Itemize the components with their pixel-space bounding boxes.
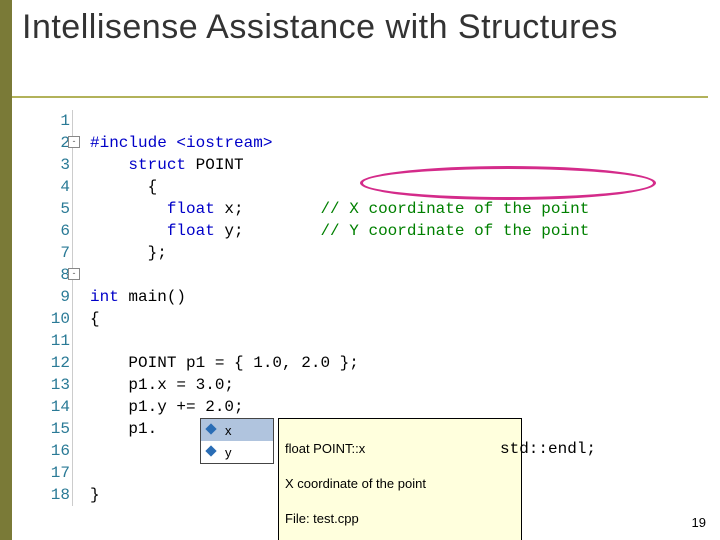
- slide-accent-rule: [12, 96, 708, 98]
- identifier: x;: [215, 200, 244, 218]
- line-number: 17: [42, 462, 70, 484]
- code-line: float y; // Y coordinate of the point: [90, 222, 589, 240]
- line-number: 16: [42, 440, 70, 462]
- line-number: 13: [42, 374, 70, 396]
- code-line: [90, 266, 100, 284]
- intellisense-tooltip: float POINT::x X coordinate of the point…: [278, 418, 522, 540]
- member-variable-icon: [205, 445, 219, 459]
- line-number: 15: [42, 418, 70, 440]
- tooltip-file: File: test.cpp: [285, 510, 515, 528]
- statement: POINT p1 = { 1.0, 2.0 };: [128, 354, 358, 372]
- code-line: int main(): [90, 288, 186, 306]
- code-line: #include <iostream>: [90, 134, 272, 152]
- code-line: {: [90, 310, 100, 328]
- line-number: 5: [42, 198, 70, 220]
- type-token: float: [167, 222, 215, 240]
- intellisense-item-label: y: [225, 445, 232, 460]
- line-number: 18: [42, 484, 70, 506]
- intellisense-item-label: x: [225, 423, 232, 438]
- line-number: 14: [42, 396, 70, 418]
- line-number: 3: [42, 154, 70, 176]
- comment: // Y coordinate of the point: [320, 222, 589, 240]
- tooltip-signature: float POINT::x: [285, 440, 515, 458]
- code-line: p1.: [90, 420, 157, 438]
- intellisense-popup[interactable]: x y: [200, 418, 274, 464]
- preprocessor-token: #include: [90, 134, 176, 152]
- fold-toggle-icon[interactable]: -: [68, 136, 80, 148]
- slide-accent-bar: [0, 0, 12, 540]
- line-number-gutter: 1 2 3 4 5 6 7 8 9 10 11 12 13 14 15 16 1…: [42, 110, 70, 506]
- include-path: <iostream>: [176, 134, 272, 152]
- keyword: struct: [128, 156, 186, 174]
- line-number: 10: [42, 308, 70, 330]
- code-line: }: [90, 486, 100, 504]
- line-number: 9: [42, 286, 70, 308]
- intellisense-item-x[interactable]: x: [201, 419, 273, 441]
- code-line: [90, 332, 100, 350]
- identifier: main(): [119, 288, 186, 306]
- code-line: POINT p1 = { 1.0, 2.0 };: [90, 354, 359, 372]
- comment: // X coordinate of the point: [320, 200, 589, 218]
- statement: p1.: [128, 420, 157, 438]
- line-number: 11: [42, 330, 70, 352]
- code-line: {: [90, 178, 157, 196]
- code-line: p1.y += 2.0;: [90, 398, 244, 416]
- line-number: 4: [42, 176, 70, 198]
- tooltip-description: X coordinate of the point: [285, 475, 515, 493]
- code-line: float x; // X coordinate of the point: [90, 200, 589, 218]
- code-line: [90, 464, 100, 482]
- brace: {: [90, 310, 100, 328]
- page-number: 19: [692, 515, 706, 530]
- line-number: 1: [42, 110, 70, 132]
- code-line: struct POINT: [90, 156, 244, 174]
- fold-column: - -: [72, 110, 87, 506]
- code-line: };: [90, 244, 167, 262]
- identifier: POINT: [186, 156, 244, 174]
- line-number: 6: [42, 220, 70, 242]
- slide-title: Intellisense Assistance with Structures: [22, 6, 618, 49]
- line-number: 8: [42, 264, 70, 286]
- brace: };: [148, 244, 167, 262]
- member-variable-icon: [205, 423, 219, 437]
- obscured-code-fragment: std::endl;: [500, 440, 596, 458]
- statement: p1.x = 3.0;: [128, 376, 234, 394]
- type-token: float: [167, 200, 215, 218]
- statement: p1.y += 2.0;: [128, 398, 243, 416]
- code-line: p1.x = 3.0;: [90, 376, 234, 394]
- code-line: [90, 442, 100, 460]
- line-number: 7: [42, 242, 70, 264]
- line-number: 2: [42, 132, 70, 154]
- brace: {: [148, 178, 158, 196]
- intellisense-item-y[interactable]: y: [201, 441, 273, 463]
- identifier: y;: [215, 222, 244, 240]
- type-token: int: [90, 288, 119, 306]
- line-number: 12: [42, 352, 70, 374]
- brace: }: [90, 486, 100, 504]
- fold-toggle-icon[interactable]: -: [68, 268, 80, 280]
